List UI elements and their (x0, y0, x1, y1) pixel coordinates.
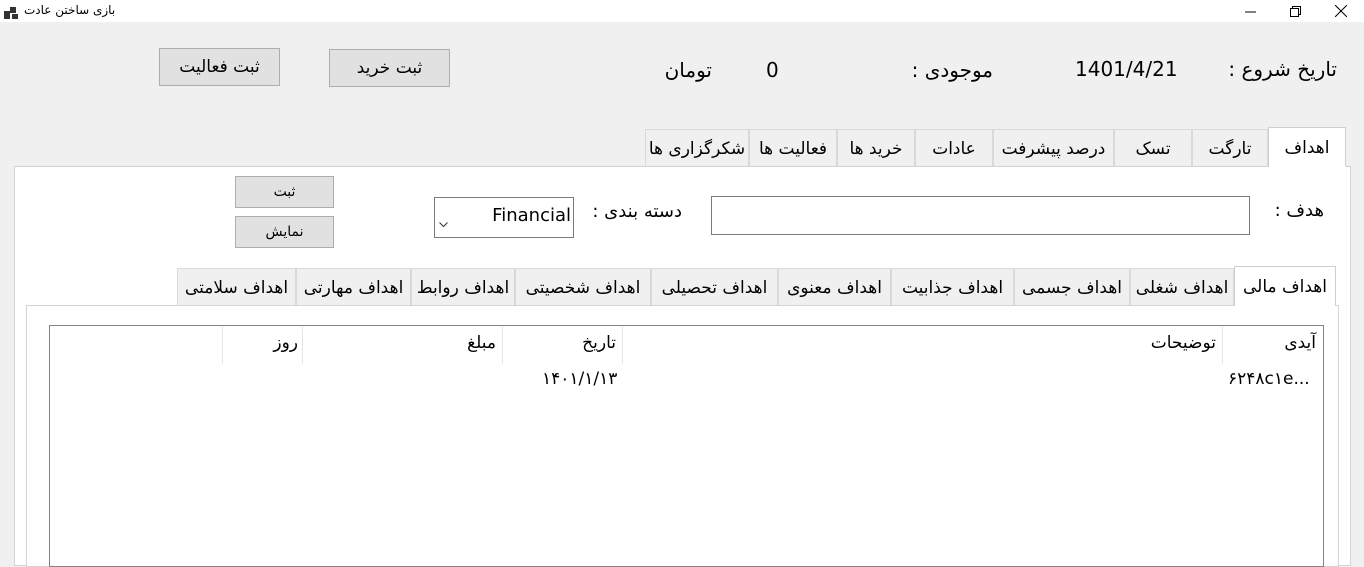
tab-skill-goals[interactable]: اهداف مهارتی (296, 268, 411, 306)
cell-date: ۱۴۰۱/۱/۱۳ (542, 369, 618, 389)
tab-personality-goals[interactable]: اهداف شخصیتی (515, 268, 651, 306)
show-goals-button[interactable]: نمایش (235, 216, 334, 248)
minimize-button[interactable] (1227, 0, 1273, 22)
submit-goal-button[interactable]: ثبت (235, 176, 334, 208)
column-separator (502, 326, 503, 364)
tab-activities[interactable]: فعالیت ها (749, 129, 837, 167)
goal-input[interactable] (711, 196, 1250, 235)
tab-progress[interactable]: درصد پیشرفت (993, 129, 1114, 167)
table-row[interactable]: ۶۲۴۸c۱e... ۱۴۰۱/۱/۱۳ (50, 368, 1323, 394)
tab-career-goals[interactable]: اهداف شغلی (1130, 268, 1234, 306)
tab-health-goals[interactable]: اهداف سلامتی (177, 268, 296, 306)
goals-table[interactable] (49, 325, 1324, 567)
tab-task[interactable]: تسک (1114, 129, 1192, 167)
category-label: دسته بندی : (592, 201, 682, 222)
cell-id: ۶۲۴۸c۱e... (1228, 369, 1310, 389)
close-icon (1335, 5, 1347, 17)
window-title: بازی ساختن عادت (24, 3, 116, 17)
app-icon (4, 4, 18, 19)
goal-label: هدف : (1274, 200, 1324, 221)
restore-icon (1289, 5, 1301, 17)
tab-purchases[interactable]: خرید ها (837, 129, 915, 167)
tab-spiritual-goals[interactable]: اهداف معنوی (778, 268, 891, 306)
category-value: Financial (492, 205, 571, 226)
title-bar (0, 0, 1364, 22)
start-date-label: تاریخ شروع : (1228, 57, 1337, 81)
column-header-day[interactable]: روز (273, 333, 298, 353)
column-separator (222, 326, 223, 364)
start-date-value: 1401/4/21 (1075, 57, 1178, 81)
tab-goals[interactable]: اهداف (1268, 127, 1346, 167)
column-separator (622, 326, 623, 364)
balance-value: 0 (766, 58, 779, 82)
chevron-down-icon (439, 213, 448, 232)
column-separator (302, 326, 303, 364)
tab-physical-goals[interactable]: اهداف جسمی (1014, 268, 1130, 306)
column-header-amount[interactable]: مبلغ (467, 333, 496, 353)
close-button[interactable] (1318, 0, 1364, 22)
minimize-icon (1244, 6, 1256, 17)
balance-label: موجودی : (911, 58, 993, 82)
category-select[interactable]: Financial (434, 197, 574, 238)
currency-label: تومان (664, 58, 712, 82)
tab-attractiveness-goals[interactable]: اهداف جذابیت (891, 268, 1014, 306)
tab-educational-goals[interactable]: اهداف تحصیلی (651, 268, 778, 306)
tab-financial-goals[interactable]: اهداف مالی (1234, 266, 1336, 306)
restore-button[interactable] (1272, 0, 1318, 22)
tab-habits[interactable]: عادات (915, 129, 993, 167)
tab-target[interactable]: تارگت (1192, 129, 1268, 167)
column-header-id[interactable]: آیدی (1284, 333, 1316, 353)
tab-gratitude[interactable]: شکرگزاری ها (645, 129, 749, 167)
column-header-date[interactable]: تاریخ (582, 333, 616, 353)
column-header-description[interactable]: توضیحات (1151, 333, 1216, 353)
tab-relationship-goals[interactable]: اهداف روابط (411, 268, 515, 306)
column-separator (1222, 326, 1223, 364)
register-activity-button[interactable]: ثبت فعالیت (159, 48, 280, 86)
register-purchase-button[interactable]: ثبت خرید (329, 49, 450, 87)
